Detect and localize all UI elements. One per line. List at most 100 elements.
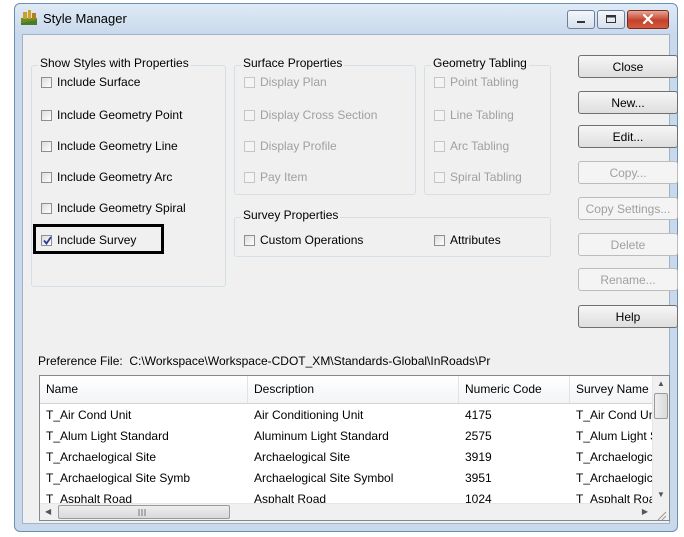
checkbox-box [244, 76, 255, 88]
display-plan-checkbox: Display Plan [244, 75, 327, 89]
cell-survey-name: T_Air Cond Unit [576, 408, 653, 422]
checkbox-box [434, 109, 445, 121]
checkbox-box [244, 171, 255, 183]
column-header-name[interactable]: Name [40, 376, 248, 403]
checkbox-box [434, 76, 445, 88]
pay-item-checkbox: Pay Item [244, 170, 307, 184]
vertical-scroll-thumb[interactable] [654, 393, 668, 419]
table-header: Name Description Numeric Code Survey Nam… [40, 376, 653, 404]
new-button[interactable]: New... [578, 91, 678, 114]
display-cross-section-label: Display Cross Section [260, 108, 378, 122]
title-bar[interactable]: Style Manager [15, 4, 677, 34]
rename-button[interactable]: Rename... [578, 268, 678, 291]
point-tabling-checkbox: Point Tabling [434, 75, 519, 89]
scroll-left-arrow-icon[interactable]: ◀ [45, 508, 51, 516]
checkbox-box [434, 171, 445, 183]
preference-file-row: Preference File: C:\Workspace\Workspace-… [38, 354, 490, 368]
vertical-scrollbar[interactable]: ▲ ▼ [652, 376, 669, 503]
survey-properties-group-label: Survey Properties [241, 208, 341, 222]
include-geometry-point-checkbox[interactable]: Include Geometry Point [41, 108, 182, 122]
checkbox-box[interactable] [41, 109, 52, 121]
include-surface-label: Include Surface [57, 75, 141, 89]
checkbox-box [244, 140, 255, 152]
maximize-icon [606, 15, 616, 23]
attributes-checkbox[interactable]: Attributes [434, 233, 501, 247]
show-styles-group-label: Show Styles with Properties [38, 56, 191, 70]
maximize-button[interactable] [597, 10, 625, 29]
custom-operations-label: Custom Operations [260, 233, 364, 247]
style-manager-window: Style Manager Show Styles with Propertie… [14, 3, 678, 532]
checkbox-box[interactable] [41, 76, 52, 88]
horizontal-scrollbar[interactable]: ◀ ▶ [40, 503, 653, 520]
table-row[interactable]: T_Archaelogical Site Symb Archaelogical … [40, 468, 653, 488]
include-geometry-spiral-label: Include Geometry Spiral [57, 201, 186, 215]
geometry-tabling-group-label: Geometry Tabling [431, 56, 529, 70]
close-button[interactable]: Close [578, 55, 678, 78]
cell-description: Archaelogical Site [254, 450, 351, 464]
cell-name: T_Air Cond Unit [46, 408, 132, 422]
attributes-label: Attributes [450, 233, 501, 247]
preference-file-label: Preference File: [38, 354, 123, 368]
checkbox-box[interactable] [244, 234, 255, 246]
display-profile-checkbox: Display Profile [244, 139, 337, 153]
cell-numeric-code: 3951 [465, 471, 492, 485]
checkbox-box[interactable] [41, 171, 52, 183]
cell-description: Air Conditioning Unit [254, 408, 364, 422]
surface-properties-group-label: Surface Properties [241, 56, 345, 70]
cell-name: T_Alum Light Standard [46, 429, 169, 443]
include-geometry-arc-label: Include Geometry Arc [57, 170, 173, 184]
checkbox-box [434, 140, 445, 152]
arc-tabling-checkbox: Arc Tabling [434, 139, 509, 153]
checkbox-box[interactable] [41, 202, 52, 214]
table-row[interactable]: T_Air Cond Unit Air Conditioning Unit 41… [40, 405, 653, 425]
minimize-button[interactable] [567, 10, 595, 29]
cell-description: Archaelogical Site Symbol [254, 471, 394, 485]
scroll-down-arrow-icon[interactable]: ▼ [657, 491, 665, 499]
copy-button[interactable]: Copy... [578, 161, 678, 184]
cell-name: T_Archaelogical Site [46, 450, 157, 464]
help-button[interactable]: Help [578, 305, 678, 328]
table-row[interactable]: T_Alum Light Standard Aluminum Light Sta… [40, 426, 653, 446]
spiral-tabling-label: Spiral Tabling [450, 170, 522, 184]
include-survey-highlight-box [33, 224, 164, 254]
scroll-right-arrow-icon[interactable]: ▶ [642, 508, 648, 516]
window-title: Style Manager [43, 11, 127, 26]
include-geometry-point-label: Include Geometry Point [57, 108, 183, 122]
include-surface-checkbox[interactable]: Include Surface [41, 75, 140, 89]
checkbox-box[interactable] [41, 140, 52, 152]
preference-file-path: C:\Workspace\Workspace-CDOT_XM\Standards… [129, 354, 491, 368]
line-tabling-checkbox: Line Tabling [434, 108, 514, 122]
delete-button[interactable]: Delete [578, 233, 678, 256]
cell-numeric-code: 4175 [465, 408, 492, 422]
custom-operations-checkbox[interactable]: Custom Operations [244, 233, 363, 247]
include-geometry-arc-checkbox[interactable]: Include Geometry Arc [41, 170, 172, 184]
cell-survey-name: T_Archaelogical Site [576, 450, 653, 464]
table-row[interactable]: T_Archaelogical Site Archaelogical Site … [40, 447, 653, 467]
minimize-icon [577, 21, 585, 23]
edit-button[interactable]: Edit... [578, 125, 678, 148]
include-geometry-spiral-checkbox[interactable]: Include Geometry Spiral [41, 201, 186, 215]
cell-survey-name: T_Archaelogical Site Symb [576, 471, 653, 485]
styles-table[interactable]: Name Description Numeric Code Survey Nam… [39, 375, 670, 521]
arc-tabling-label: Arc Tabling [450, 139, 510, 153]
checkbox-box[interactable] [434, 234, 445, 246]
cell-numeric-code: 3919 [465, 450, 492, 464]
column-header-numeric-code[interactable]: Numeric Code [459, 376, 570, 403]
display-cross-section-checkbox: Display Cross Section [244, 108, 377, 122]
cell-survey-name: T_Alum Light Standard [576, 429, 653, 443]
column-header-description[interactable]: Description [248, 376, 459, 403]
horizontal-scroll-thumb[interactable] [58, 505, 230, 519]
close-window-button[interactable] [627, 10, 669, 29]
copy-settings-button[interactable]: Copy Settings... [578, 197, 678, 220]
checkbox-box [244, 109, 255, 121]
pay-item-label: Pay Item [260, 170, 308, 184]
resize-grip-icon[interactable] [655, 509, 667, 521]
cell-description: Aluminum Light Standard [254, 429, 389, 443]
scroll-up-arrow-icon[interactable]: ▲ [657, 380, 665, 388]
point-tabling-label: Point Tabling [450, 75, 519, 89]
close-icon [642, 13, 654, 25]
include-geometry-line-checkbox[interactable]: Include Geometry Line [41, 139, 178, 153]
column-header-survey-name[interactable]: Survey Name [570, 376, 653, 403]
dialog-client-area: Show Styles with Properties Include Surf… [22, 34, 678, 524]
line-tabling-label: Line Tabling [450, 108, 514, 122]
